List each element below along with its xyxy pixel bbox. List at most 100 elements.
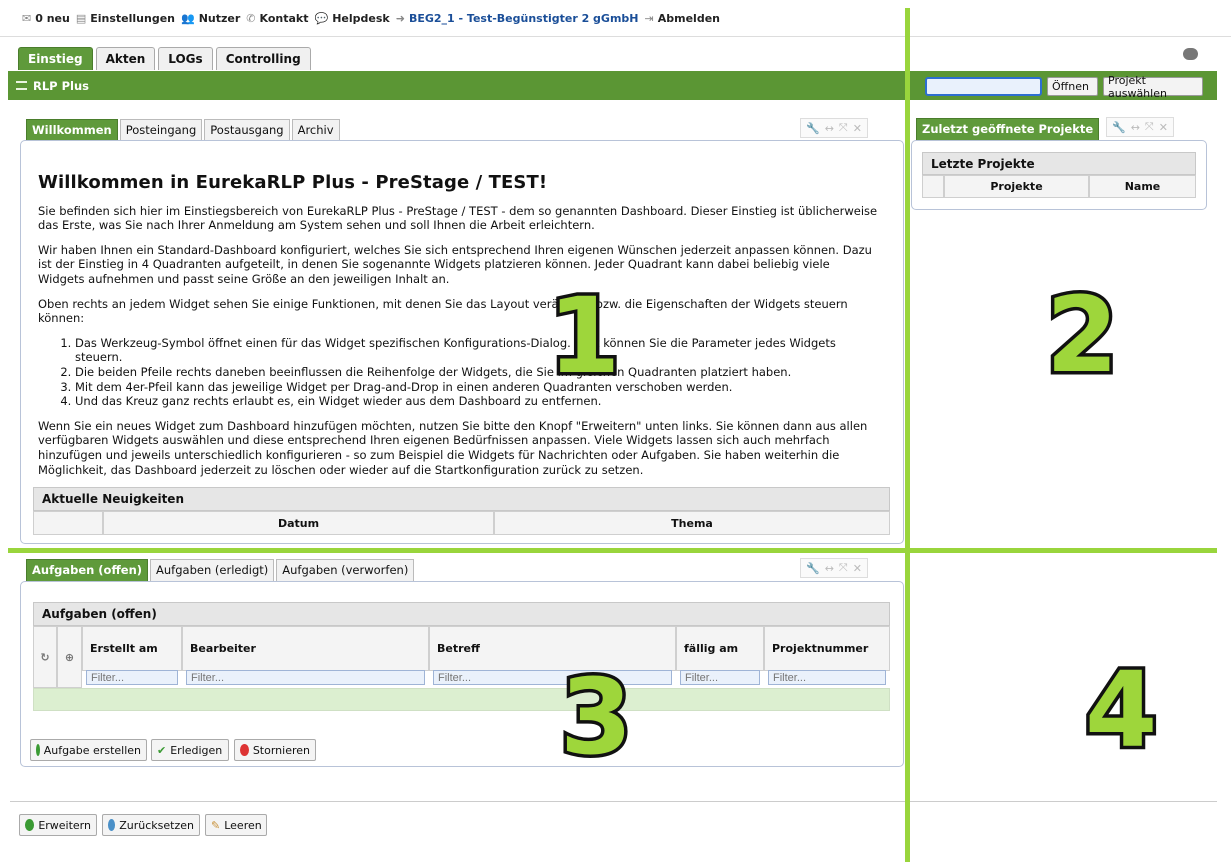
filter-faellig[interactable] xyxy=(680,670,760,685)
add-icon xyxy=(25,819,35,831)
filter-projektnummer[interactable] xyxy=(768,670,886,685)
tab-recent-projects[interactable]: Zuletzt geöffnete Projekte xyxy=(916,118,1100,140)
reload-icon[interactable]: ↻ xyxy=(40,651,49,664)
tasks-col-erstellt[interactable]: Erstellt am xyxy=(82,626,182,671)
expand-button[interactable]: Erweitern xyxy=(19,814,97,836)
complete-task-button[interactable]: ✔ Erledigen xyxy=(151,739,229,761)
widget2-tools: 🔧 ↔ ⤧ ✕ xyxy=(1106,117,1174,137)
project-link[interactable]: ➜ BEG2_1 - Test-Begünstigter 2 gGmbH xyxy=(396,12,639,25)
recent-col-projekte[interactable]: Projekte xyxy=(944,175,1089,198)
welcome-heading: Willkommen in EurekaRLP Plus - PreStage … xyxy=(38,172,548,193)
wrench-icon[interactable]: 🔧 xyxy=(1112,121,1126,134)
list-item: Das Werkzeug-Symbol öffnet einen für das… xyxy=(75,336,878,365)
logout-label: Abmelden xyxy=(657,11,720,25)
close-icon[interactable]: ✕ xyxy=(853,122,862,135)
news-col-datum[interactable]: Datum xyxy=(103,511,494,535)
envelope-icon: ✉ xyxy=(22,11,32,25)
wrench-icon[interactable]: 🔧 xyxy=(806,562,820,575)
speech-bubble-icon: 💬 xyxy=(314,11,329,25)
swap-arrows-icon[interactable]: ↔ xyxy=(1131,121,1140,134)
tasks-grid-title: Aufgaben (offen) xyxy=(33,602,890,626)
swap-arrows-icon[interactable]: ↔ xyxy=(825,122,834,135)
tasks-col-projektnummer[interactable]: Projektnummer xyxy=(764,626,890,671)
complete-task-label: Erledigen xyxy=(170,743,223,757)
welcome-content: Willkommen in EurekaRLP Plus - PreStage … xyxy=(38,172,878,487)
expand-label: Erweitern xyxy=(38,818,91,832)
helpdesk-label: Helpdesk xyxy=(332,11,390,25)
move-icon[interactable]: ⤧ xyxy=(839,561,848,575)
chat-icon[interactable] xyxy=(1183,48,1198,60)
close-icon[interactable]: ✕ xyxy=(1159,121,1168,134)
create-task-button[interactable]: Aufgabe erstellen xyxy=(30,739,147,761)
recent-col-name[interactable]: Name xyxy=(1089,175,1196,198)
news-col-thema[interactable]: Thema xyxy=(494,511,890,535)
cancel-task-label: Stornieren xyxy=(252,743,310,757)
tab-willkommen[interactable]: Willkommen xyxy=(26,119,118,141)
news-grid-title: Aktuelle Neuigkeiten xyxy=(33,487,890,511)
welcome-paragraph-4: Wenn Sie ein neues Widget zum Dashboard … xyxy=(38,418,868,477)
list-item: Die beiden Pfeile rechts daneben beeinfl… xyxy=(75,365,878,380)
tab-archiv[interactable]: Archiv xyxy=(291,119,340,141)
tasks-col-bearbeiter[interactable]: Bearbeiter xyxy=(182,626,429,671)
reset-button[interactable]: Zurücksetzen xyxy=(102,814,200,836)
welcome-paragraph-2: Wir haben Ihnen ein Standard-Dashboard k… xyxy=(38,242,872,286)
clear-button[interactable]: ✎ Leeren xyxy=(205,814,267,836)
tasks-col-faellig[interactable]: fällig am xyxy=(676,626,764,671)
project-search-input[interactable] xyxy=(925,77,1042,96)
move-icon[interactable]: ⤧ xyxy=(839,121,848,135)
filter-betreff[interactable] xyxy=(433,670,672,685)
logout-icon: ⇥ xyxy=(644,11,654,25)
settings-link[interactable]: ▤ Einstellungen xyxy=(76,12,175,25)
tab-postausgang[interactable]: Postausgang xyxy=(204,119,290,141)
users-icon: 👥 xyxy=(181,11,195,25)
filter-erstellt[interactable] xyxy=(86,670,178,685)
tab-posteingang[interactable]: Posteingang xyxy=(119,119,203,141)
helpdesk-link[interactable]: 💬 Helpdesk xyxy=(315,12,390,25)
close-icon[interactable]: ✕ xyxy=(853,562,862,575)
wrench-icon[interactable]: 🔧 xyxy=(806,122,820,135)
project-arrow-icon: ➜ xyxy=(395,11,405,25)
section-title: RLP Plus xyxy=(33,78,90,93)
welcome-paragraph-3: Oben rechts an jedem Widget sehen Sie ei… xyxy=(38,296,848,326)
clear-label: Leeren xyxy=(224,818,262,832)
swap-arrows-icon[interactable]: ↔ xyxy=(825,562,834,575)
reset-label: Zurücksetzen xyxy=(119,818,194,832)
messages-label: 0 neu xyxy=(35,11,70,25)
settings-label: Einstellungen xyxy=(90,11,175,25)
tab-tasks-discarded[interactable]: Aufgaben (verworfen) xyxy=(276,559,415,581)
filter-bearbeiter[interactable] xyxy=(186,670,425,685)
phone-icon: ✆ xyxy=(246,11,256,25)
welcome-paragraph-1: Sie befinden sich hier im Einstiegsberei… xyxy=(38,203,878,233)
contact-link[interactable]: ✆ Kontakt xyxy=(246,12,308,25)
library-icon xyxy=(16,81,27,90)
table-row[interactable] xyxy=(33,688,890,711)
messages-link[interactable]: ✉ 0 neu xyxy=(22,12,70,25)
quadrant-divider-horizontal xyxy=(8,548,1217,553)
widget3-tools: 🔧 ↔ ⤧ ✕ xyxy=(800,558,868,578)
list-item: Und das Kreuz ganz rechts erlaubt es, ei… xyxy=(75,394,878,409)
add-circle-icon[interactable]: ⊕ xyxy=(65,651,74,664)
tab-controlling[interactable]: Controlling xyxy=(215,47,311,70)
tab-logs[interactable]: LOGs xyxy=(158,47,213,70)
tab-tasks-done[interactable]: Aufgaben (erledigt) xyxy=(150,559,275,581)
tab-akten[interactable]: Akten xyxy=(95,47,156,70)
quadrant-divider-vertical xyxy=(905,8,910,862)
select-project-button[interactable]: Projekt auswählen xyxy=(1103,74,1203,100)
users-link[interactable]: 👥 Nutzer xyxy=(181,12,240,25)
broom-icon: ✎ xyxy=(211,818,221,832)
cancel-task-button[interactable]: Stornieren xyxy=(234,739,316,761)
tasks-col-betreff[interactable]: Betreff xyxy=(429,626,676,671)
create-task-label: Aufgabe erstellen xyxy=(43,743,141,757)
open-project-button[interactable]: Öffnen xyxy=(1047,77,1098,96)
logout-link[interactable]: ⇥ Abmelden xyxy=(645,12,720,25)
tab-einstieg[interactable]: Einstieg xyxy=(18,47,93,70)
quadrant-label-1: 1 xyxy=(544,275,623,397)
recent-projects-grid-title: Letzte Projekte xyxy=(922,152,1196,175)
list-item: Mit dem 4er-Pfeil kann das jeweilige Wid… xyxy=(75,380,878,395)
widget1-tools: 🔧 ↔ ⤧ ✕ xyxy=(800,118,868,138)
widget3-tabs: Aufgaben (offen) Aufgaben (erledigt) Auf… xyxy=(26,559,415,581)
tab-tasks-open[interactable]: Aufgaben (offen) xyxy=(26,559,149,581)
move-icon[interactable]: ⤧ xyxy=(1145,120,1154,134)
reset-icon xyxy=(108,819,116,831)
checkmark-icon: ✔ xyxy=(157,743,167,757)
